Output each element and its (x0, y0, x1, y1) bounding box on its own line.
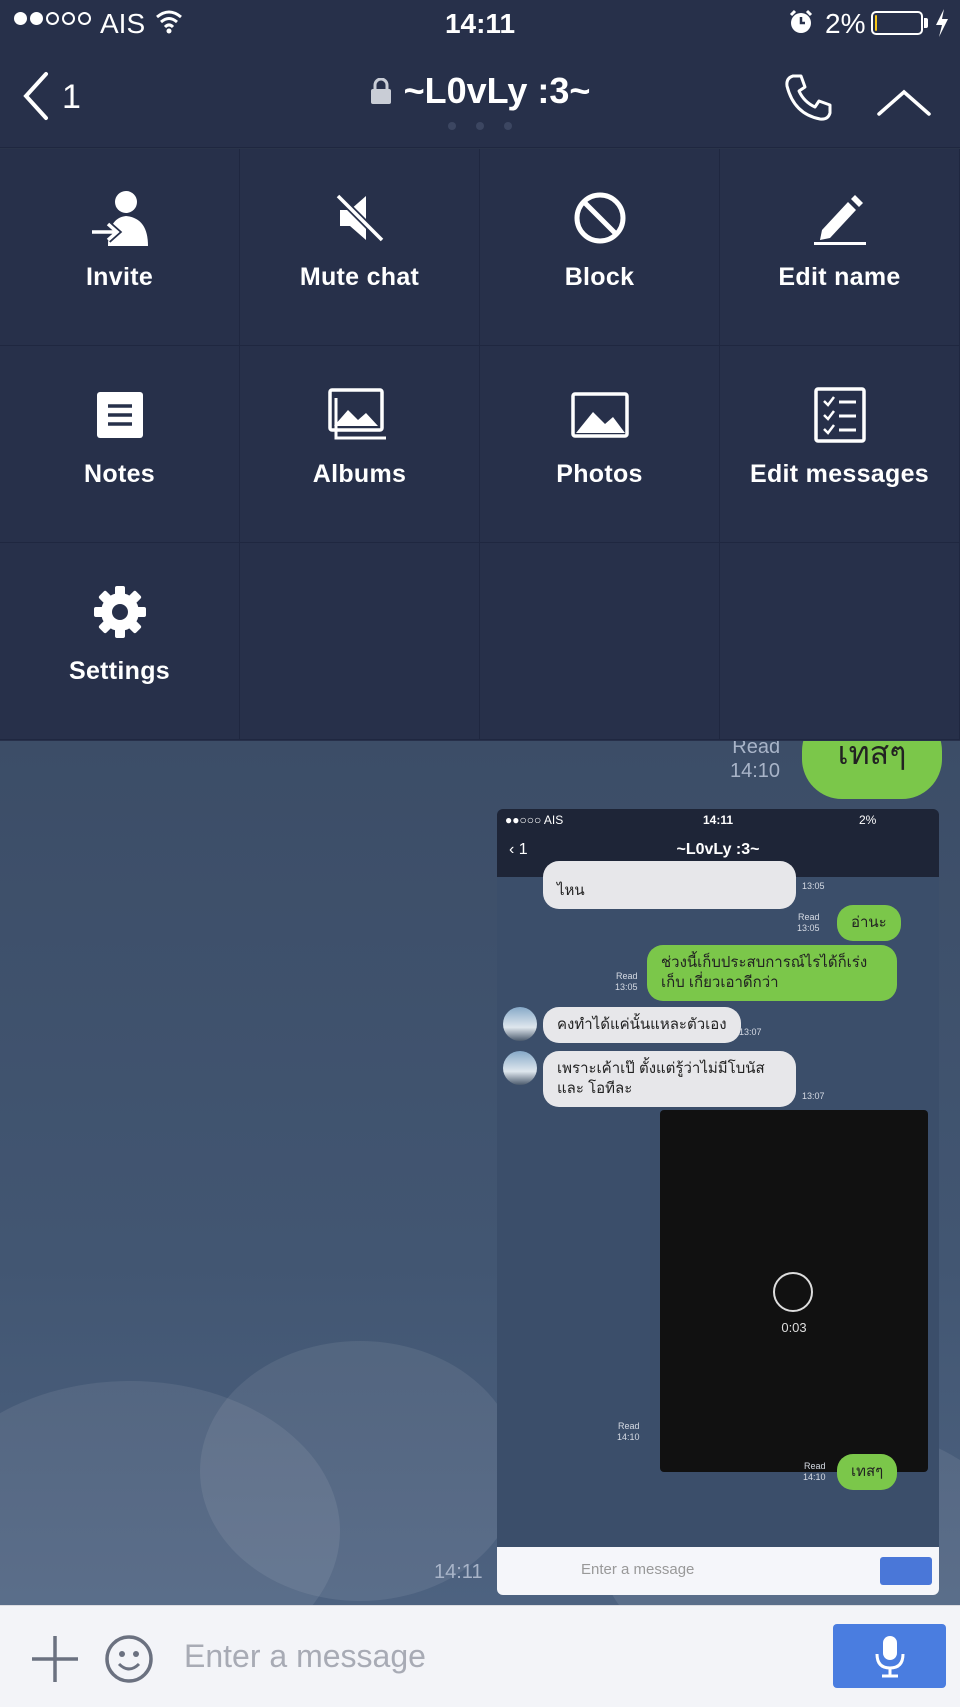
message-bubble-outgoing[interactable]: เทสๆ (802, 741, 942, 799)
photo-icon (570, 392, 629, 438)
menu-item-invite[interactable]: Invite (0, 149, 240, 346)
list-item: ไหน (543, 861, 796, 909)
list-item: คงทำได้แค่นั้นแหละตัวเอง (543, 1007, 741, 1043)
menu-item-albums[interactable]: Albums (240, 346, 480, 543)
list-item: ช่วงนี้เก็บประสบการณ์ไรได้ก็เร่งเก็บ เกี… (647, 945, 897, 1001)
microphone-icon (875, 1636, 904, 1678)
menu-item-photos[interactable]: Photos (480, 346, 720, 543)
menu-item-mute-chat[interactable]: Mute chat (240, 149, 480, 346)
menu-item-edit-messages[interactable]: Edit messages (720, 346, 960, 543)
menu-item-block[interactable]: Block (480, 149, 720, 346)
status-time: 14:11 (444, 8, 516, 39)
menu-empty-cell (240, 543, 480, 740)
emoji-icon[interactable] (104, 1634, 154, 1684)
battery-percent: 2% (825, 8, 866, 39)
menu-item-label: Edit messages (750, 460, 929, 488)
notes-icon (96, 392, 143, 438)
menu-item-label: Invite (85, 263, 154, 291)
lock-icon (370, 78, 391, 104)
battery-icon (871, 11, 923, 35)
list-item: อ่านะ (837, 905, 901, 941)
menu-item-label: Notes (84, 460, 155, 488)
albums-icon (327, 388, 386, 440)
menu-item-label: Settings (68, 657, 171, 685)
menu-item-settings[interactable]: Settings (0, 543, 240, 740)
plus-icon[interactable] (30, 1634, 80, 1684)
charging-icon (936, 9, 948, 37)
chat-title-text: ~L0vLy :3~ (403, 70, 591, 111)
gear-icon (93, 586, 146, 638)
message-input-bar: Enter a message (0, 1605, 960, 1707)
pencil-icon (813, 195, 866, 245)
block-icon (574, 192, 625, 244)
alarm-icon (789, 9, 813, 33)
chat-title[interactable]: ~L0vLy :3~ (370, 70, 591, 112)
menu-item-edit-name[interactable]: Edit name (720, 149, 960, 346)
chat-header: 1 ~L0vLy :3~ (0, 50, 960, 148)
voice-button[interactable] (833, 1624, 946, 1688)
menu-item-label: Mute chat (299, 263, 420, 291)
menu-empty-cell (480, 543, 720, 740)
play-icon (773, 1272, 813, 1312)
mute-icon (335, 193, 384, 243)
chat-area[interactable]: Read 14:10 เทสๆ ●●○○○ AIS 14:11 2% ‹ 1 ~… (0, 741, 960, 1605)
screenshot-image[interactable]: ●●○○○ AIS 14:11 2% ‹ 1 ~L0vLy :3~ ไหน 13… (497, 809, 939, 1595)
invite-icon (91, 191, 148, 246)
menu-item-label: Edit name (778, 263, 901, 291)
collapse-menu-button[interactable] (876, 88, 932, 118)
menu-item-label: Block (564, 263, 635, 291)
message-time: 14:11 (434, 1561, 483, 1583)
checklist-icon (813, 387, 866, 443)
menu-empty-cell (720, 543, 960, 740)
menu-item-notes[interactable]: Notes (0, 346, 240, 543)
phone-icon[interactable] (782, 72, 834, 124)
status-bar: AIS 14:11 2% (0, 0, 960, 50)
video-thumbnail[interactable]: 0:03 (660, 1110, 928, 1472)
read-receipt: Read 14:10 (730, 741, 781, 782)
list-item: เทสๆ (837, 1454, 898, 1490)
menu-item-label: Albums (312, 460, 407, 488)
message-input[interactable]: Enter a message (184, 1638, 426, 1675)
list-item: เพราะเค้าเป๊ ตั้งแต่รู้ว่าไม่มีโบนัสและ … (543, 1051, 796, 1107)
menu-item-label: Photos (556, 460, 643, 488)
chat-menu: Invite Mute chat Block Edit name Notes A… (0, 149, 960, 741)
